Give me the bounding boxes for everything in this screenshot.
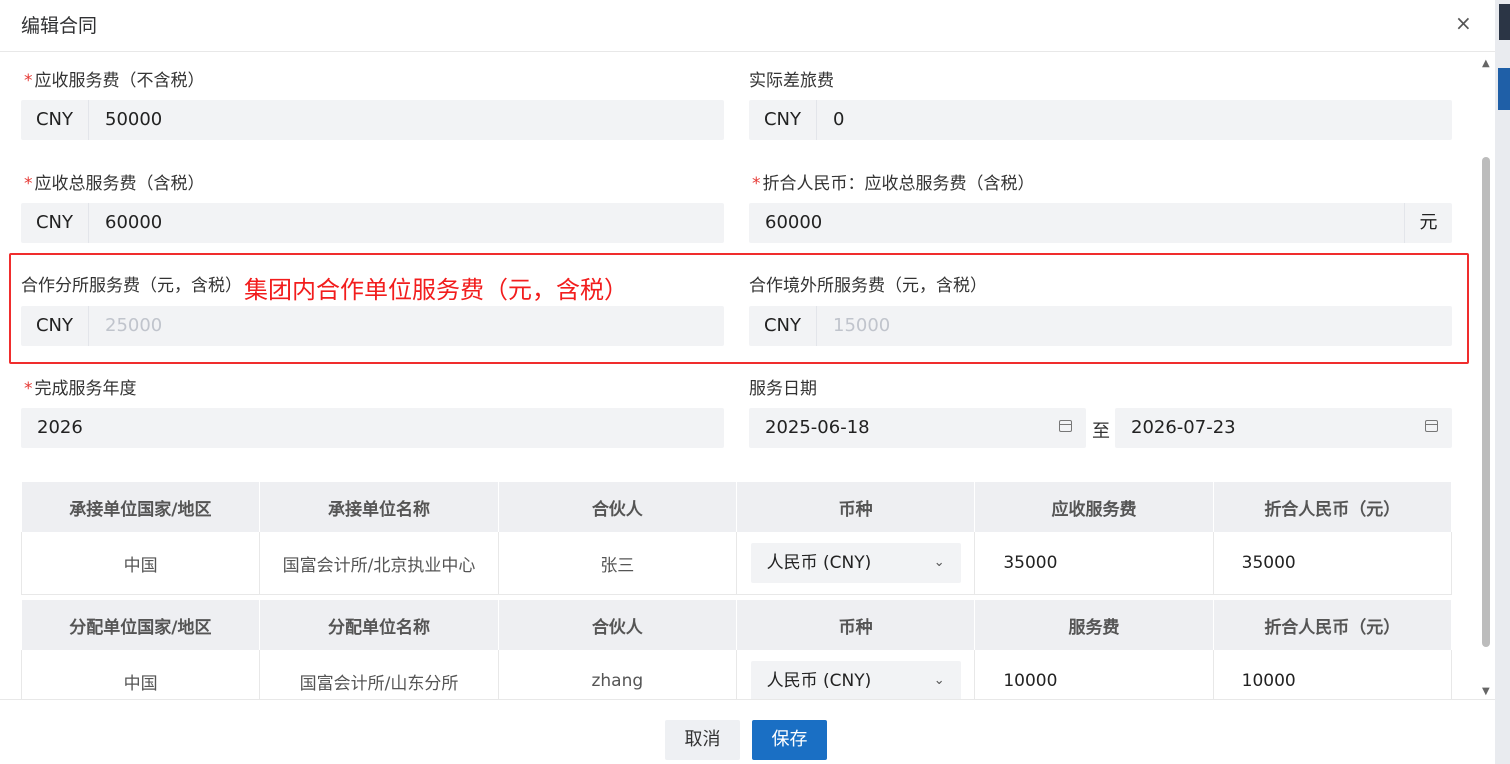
- background-element: [1499, 4, 1510, 40]
- country-cell: 中国: [20, 532, 261, 595]
- cancel-button[interactable]: 取消: [665, 720, 740, 760]
- header-cell: 折合人民币（元）: [1213, 482, 1453, 532]
- label-text: 应收总服务费（含税）: [34, 174, 205, 194]
- required-mark: *: [24, 71, 33, 91]
- currency-prefix: CNY: [21, 203, 89, 243]
- input-value: 0: [833, 109, 845, 130]
- end-date-picker[interactable]: 2026-07-23: [1115, 408, 1452, 448]
- service-year-label: * 完成服务年度: [24, 374, 137, 399]
- calendar-icon: [1425, 420, 1438, 432]
- receivable-fee-label: * 应收服务费（不含税）: [24, 66, 205, 91]
- scroll-up-icon[interactable]: ▲: [1482, 58, 1490, 69]
- label-text: 完成服务年度: [34, 379, 137, 399]
- label-text: 折合人民币：应收总服务费（含税）: [762, 174, 1035, 194]
- scrollbar-thumb[interactable]: [1482, 157, 1490, 647]
- chevron-down-icon: ⌄: [933, 673, 945, 688]
- header-cell: 合伙人: [498, 600, 737, 650]
- dialog-title: 编辑合同: [21, 15, 98, 37]
- start-date-value: 2025-06-18: [765, 417, 870, 438]
- scroll-down-icon[interactable]: ▼: [1482, 686, 1490, 697]
- header-cell: 币种: [736, 482, 976, 532]
- required-mark: *: [24, 379, 33, 399]
- total-fee-input[interactable]: CNY 60000: [21, 203, 724, 243]
- close-icon[interactable]: ×: [1455, 11, 1472, 35]
- table-header: 承接单位国家/地区 承接单位名称 合伙人 币种 应收服务费 折合人民币（元）: [21, 482, 1453, 532]
- chevron-down-icon: ⌄: [933, 555, 945, 570]
- header-cell: 分配单位国家/地区: [21, 600, 261, 650]
- label-text: 应收服务费（不含税）: [34, 71, 205, 91]
- background-element: [1498, 68, 1510, 110]
- calendar-icon: [1059, 420, 1072, 432]
- header-cell: 合伙人: [498, 482, 737, 532]
- header-cell: 服务费: [974, 600, 1214, 650]
- unit-suffix: 元: [1404, 203, 1452, 243]
- required-mark: *: [24, 174, 33, 194]
- rmb-total-label: * 折合人民币：应收总服务费（含税）: [752, 169, 1035, 194]
- rmb-total-input[interactable]: 60000 元: [749, 203, 1452, 243]
- highlight-box: [9, 253, 1469, 364]
- vertical-scrollbar[interactable]: ▲ ▼: [1479, 56, 1493, 697]
- service-year-input[interactable]: 2026: [21, 408, 724, 448]
- header-cell: 承接单位名称: [259, 482, 499, 532]
- travel-fee-input[interactable]: CNY 0: [749, 100, 1452, 140]
- background-page-edge: [1495, 0, 1510, 764]
- rmb-cell[interactable]: 35000: [1213, 532, 1453, 595]
- unit-name-cell: 国富会计所/北京执业中心: [259, 532, 499, 595]
- input-value: 60000: [105, 212, 163, 233]
- currency-prefix: CNY: [21, 100, 89, 140]
- start-date-picker[interactable]: 2025-06-18: [749, 408, 1086, 448]
- currency-select[interactable]: 人民币 (CNY) ⌄: [750, 543, 961, 583]
- total-fee-label: * 应收总服务费（含税）: [24, 169, 205, 194]
- dialog-footer: [0, 699, 1495, 764]
- currency-cell: 人民币 (CNY) ⌄: [736, 532, 976, 595]
- input-value: 50000: [105, 109, 163, 130]
- input-value: 2026: [37, 417, 83, 438]
- header-cell: 分配单位名称: [259, 600, 499, 650]
- header-cell: 折合人民币（元）: [1213, 600, 1453, 650]
- travel-fee-label: 实际差旅费: [749, 71, 834, 91]
- header-cell: 承接单位国家/地区: [21, 482, 261, 532]
- table-header: 分配单位国家/地区 分配单位名称 合伙人 币种 服务费 折合人民币（元）: [21, 600, 1453, 650]
- required-mark: *: [752, 174, 761, 194]
- dialog-header: 编辑合同 ×: [0, 0, 1495, 52]
- service-date-label: 服务日期: [749, 379, 817, 399]
- table-row: 中国 国富会计所/北京执业中心 张三 人民币 (CNY) ⌄ 35000 3500…: [20, 532, 1453, 595]
- allocation-table: 分配单位国家/地区 分配单位名称 合伙人 币种 服务费 折合人民币（元） 中国 …: [20, 600, 1453, 713]
- contractor-table: 承接单位国家/地区 承接单位名称 合伙人 币种 应收服务费 折合人民币（元） 中…: [20, 482, 1453, 595]
- header-cell: 应收服务费: [974, 482, 1214, 532]
- currency-select-value: 人民币 (CNY): [766, 671, 872, 691]
- fee-cell[interactable]: 35000: [974, 532, 1214, 595]
- receivable-fee-input[interactable]: CNY 50000: [21, 100, 724, 140]
- currency-select[interactable]: 人民币 (CNY) ⌄: [750, 661, 961, 701]
- header-cell: 币种: [736, 600, 976, 650]
- input-value: 60000: [765, 212, 823, 233]
- end-date-value: 2026-07-23: [1131, 417, 1236, 438]
- partner-cell: 张三: [498, 532, 737, 595]
- currency-prefix: CNY: [749, 100, 817, 140]
- save-button[interactable]: 保存: [752, 720, 827, 760]
- date-range-separator: 至: [1092, 421, 1110, 442]
- currency-select-value: 人民币 (CNY): [766, 553, 872, 573]
